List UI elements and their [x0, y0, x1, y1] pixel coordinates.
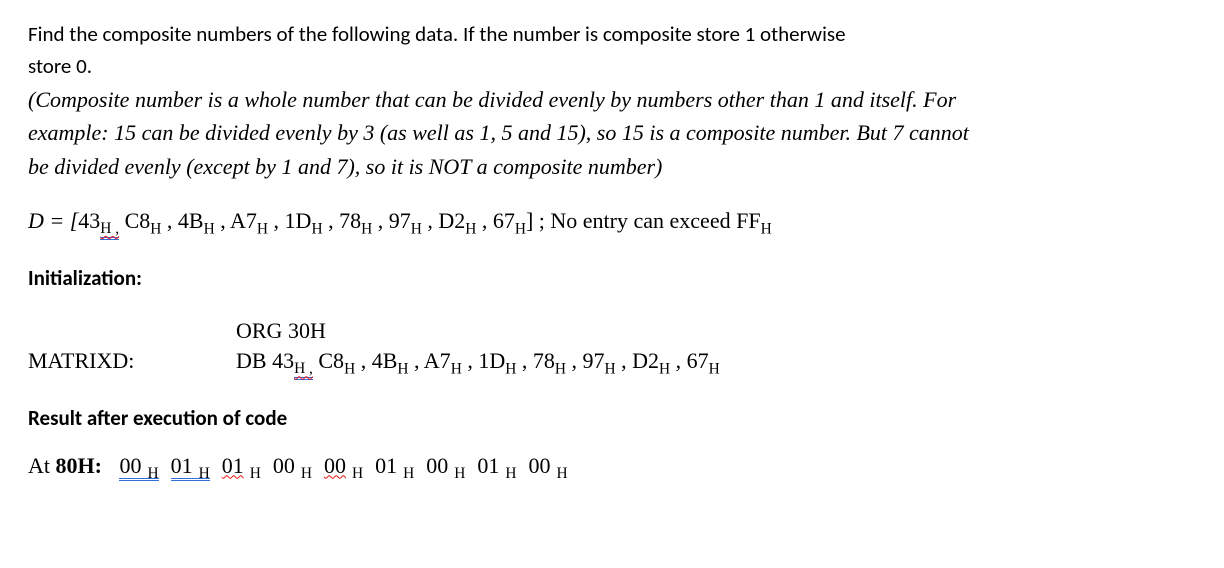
result-item-3: 00H	[273, 453, 312, 478]
d-item-5: 78H ,	[339, 208, 383, 233]
org-directive: ORG 30H	[236, 316, 1196, 346]
d-item-4: 1DH ,	[285, 208, 334, 233]
db-item-7: D2H ,	[632, 348, 681, 373]
init-label-empty	[28, 316, 236, 346]
result-item-7: 01H	[477, 453, 516, 478]
document-page: Find the composite numbers of the follow…	[0, 0, 1224, 505]
at-80h-label: At 80H:	[28, 453, 102, 478]
result-values: 00H 01H 01H 00H 00H 01H 00H 01H 00H	[113, 453, 567, 478]
db-item-2: 4BH ,	[372, 348, 420, 373]
db-item-0: 43H ,	[272, 348, 313, 373]
db-item-1: C8H ,	[318, 348, 366, 373]
d-item-6: 97H ,	[389, 208, 433, 233]
db-directive: DB 43H , C8H , 4BH , A7H , 1DH , 78H , 9…	[236, 346, 1196, 380]
problem-line-2: store 0.	[28, 52, 1196, 80]
result-item-5: 01H	[375, 453, 414, 478]
init-block: ORG 30H MATRIXD: DB 43H , C8H , 4BH , A7…	[28, 316, 1196, 380]
db-item-8: 67H	[687, 348, 720, 373]
array-d-note: No entry can exceed FFH	[550, 208, 771, 233]
init-org-line: ORG 30H	[28, 316, 1196, 346]
d-item-1: C8H ,	[125, 208, 173, 233]
definition-line-2: example: 15 can be divided evenly by 3 (…	[28, 118, 1196, 148]
array-d-line: D = [43H , C8H , 4BH , A7H , 1DH , 78H ,…	[28, 206, 1196, 240]
array-d-prefix: D = [	[28, 208, 78, 233]
db-item-5: 78H ,	[533, 348, 577, 373]
initialization-heading: Initialization:	[28, 264, 1196, 292]
matrixd-label: MATRIXD:	[28, 346, 236, 376]
result-item-4: 00H	[324, 453, 363, 478]
d-item-3: A7H ,	[230, 208, 279, 233]
result-item-1: 01H	[171, 453, 210, 478]
db-item-3: A7H ,	[424, 348, 473, 373]
d-item-0: 43H ,	[78, 208, 119, 233]
result-item-2: 01H	[222, 453, 261, 478]
d-item-2: 4BH ,	[178, 208, 226, 233]
array-d-close: ] ;	[526, 208, 545, 233]
result-item-0: 00H	[119, 453, 158, 478]
result-heading: Result after execution of code	[28, 404, 1196, 432]
db-keyword: DB	[236, 348, 267, 373]
result-item-6: 00H	[426, 453, 465, 478]
db-item-4: 1DH ,	[478, 348, 527, 373]
definition-line-3: be divided evenly (except by 1 and 7), s…	[28, 152, 1196, 182]
d-item-7: D2H ,	[438, 208, 487, 233]
definition-line-1: (Composite number is a whole number that…	[28, 85, 1196, 115]
result-item-8: 00H	[528, 453, 567, 478]
problem-line-1: Find the composite numbers of the follow…	[28, 20, 1196, 48]
db-item-6: 97H ,	[582, 348, 626, 373]
result-line: At 80H: 00H 01H 01H 00H 00H 01H 00H 01H 00H	[28, 451, 1196, 485]
d-item-8: 67H	[493, 208, 526, 233]
init-db-line: MATRIXD: DB 43H , C8H , 4BH , A7H , 1DH …	[28, 346, 1196, 380]
